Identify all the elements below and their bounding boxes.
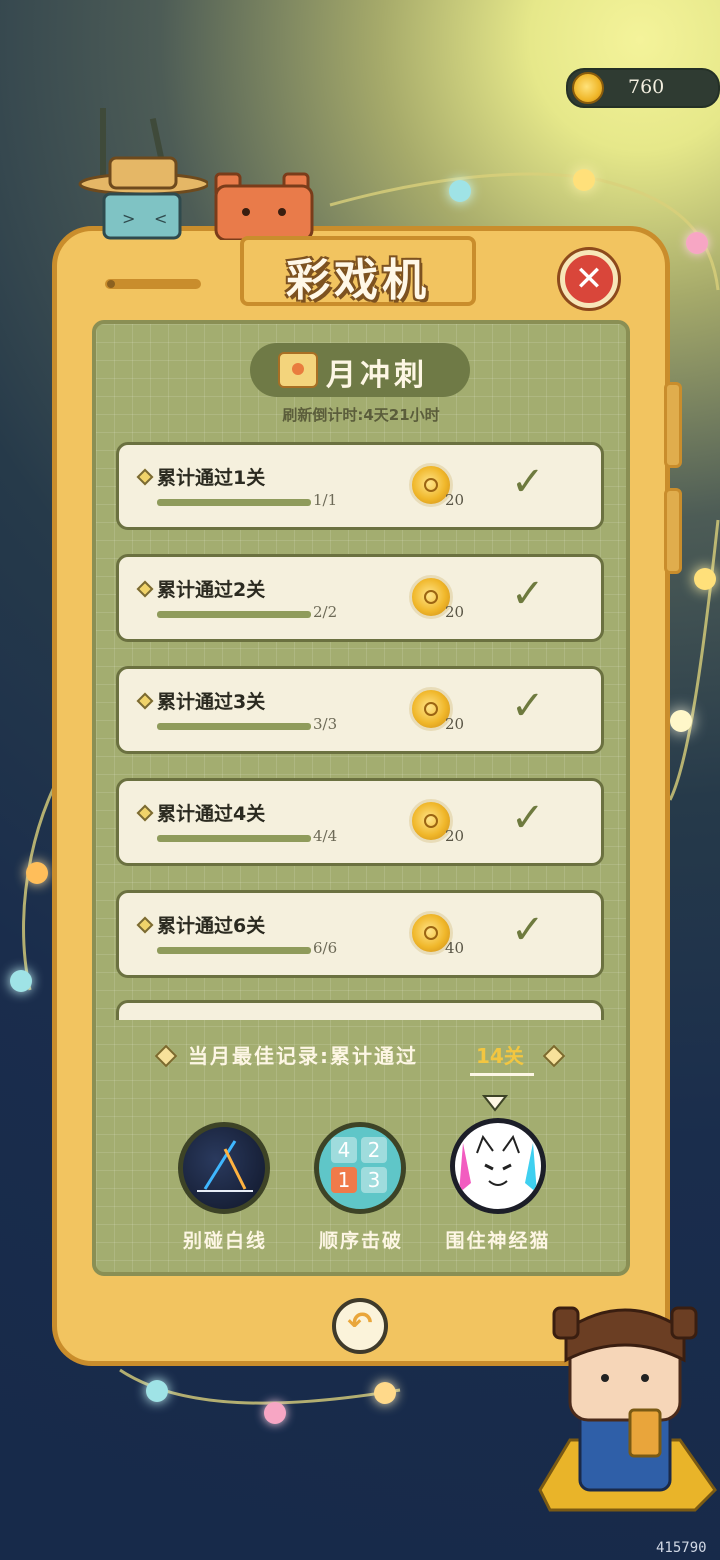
game-icon-dont-touch-white-line[interactable] [178,1122,270,1214]
task-label: 累计通过6关 [157,915,266,937]
dialog-title: 彩戏机 [286,255,430,306]
best-record-value: 14关 [476,1044,524,1068]
scroll-icon [278,352,318,388]
task-progress-text: 3/3 [313,715,338,733]
task-reward-amount: 20 [445,491,465,509]
task-reward-amount: 20 [445,715,465,733]
selected-arrow-icon [482,1095,508,1112]
number-tile: 3 [361,1167,387,1193]
light-bulb [264,1402,286,1424]
cat-icon [459,1134,537,1193]
light-bulb [686,232,708,254]
diamond-icon [136,692,154,710]
light-bulb [670,710,692,732]
best-record-underline [470,1073,534,1076]
check-icon: ✓ [511,907,545,953]
best-record-label: 当月最佳记录:累计通过 [188,1044,418,1068]
task-row: 累计通过3关 3/3 20 ✓ [116,666,604,754]
phone-camera [107,280,115,288]
light-bulb [10,970,32,992]
check-icon: ✓ [511,795,545,841]
game-icon-order-break[interactable]: 4 2 1 3 [314,1122,406,1214]
subtitle-text: 月冲刺 [326,358,428,393]
svg-text:>: > [122,209,135,228]
game-label: 顺序击破 [318,1230,403,1252]
svg-text:<: < [154,209,167,228]
phone-side-button [664,488,682,574]
check-icon: ✓ [511,459,545,505]
task-progress-text: 2/2 [313,603,338,621]
task-progress-bar [157,947,311,954]
coin-counter: 760 [566,68,720,108]
diamond-icon [136,916,154,934]
light-bulb [26,862,48,884]
task-row: 累计通过4关 4/4 20 ✓ [116,778,604,866]
task-progress-bar [157,723,311,730]
task-progress-bar [157,499,311,506]
task-progress-bar [157,835,311,842]
game-label: 别碰白线 [182,1230,267,1252]
task-progress-text: 6/6 [313,939,338,957]
game-icon-trap-cat[interactable] [450,1118,546,1214]
task-label: 累计通过2关 [157,579,266,601]
back-arrow-icon: ↶ [347,1306,373,1341]
task-progress-text: 4/4 [313,827,338,845]
light-bulb [573,169,595,191]
bear-character-decoration [214,172,314,240]
girl-character-decoration [538,1306,717,1512]
task-row-partial [116,1000,604,1020]
robot-character-decoration: > < [78,108,208,240]
light-bulb [374,1382,396,1404]
phone-side-button [664,382,682,468]
task-reward-amount: 40 [445,939,465,957]
task-progress-text: 1/1 [313,491,338,509]
diamond-icon [136,580,154,598]
refresh-countdown: 刷新倒计时:4天21小时 [282,406,440,424]
task-row: 累计通过6关 6/6 40 ✓ [116,890,604,978]
check-icon: ✓ [511,683,545,729]
close-icon: ✕ [574,259,604,299]
phone-speaker [105,279,201,289]
close-button[interactable]: ✕ [560,250,618,308]
light-bulb [146,1380,168,1402]
task-reward-amount: 20 [445,603,465,621]
task-reward-amount: 20 [445,827,465,845]
light-bulb [449,180,471,202]
task-label: 累计通过3关 [157,691,266,713]
game-label: 围住神经猫 [445,1230,551,1252]
back-button[interactable]: ↶ [332,1298,388,1354]
diamond-icon [136,804,154,822]
task-label: 累计通过4关 [157,803,266,825]
number-tile: 4 [331,1137,357,1163]
line-game-icon [197,1140,253,1192]
number-tile: 1 [331,1167,357,1193]
light-bulb [694,568,716,590]
coin-icon [572,72,604,104]
diamond-icon [136,468,154,486]
task-label: 累计通过1关 [157,467,266,489]
task-row: 累计通过1关 1/1 20 ✓ [116,442,604,530]
task-row: 累计通过2关 2/2 20 ✓ [116,554,604,642]
task-progress-bar [157,611,311,618]
check-icon: ✓ [511,571,545,617]
watermark-id: 415790 [656,1540,707,1556]
coin-count: 760 [628,76,665,98]
number-tile: 2 [361,1137,387,1163]
